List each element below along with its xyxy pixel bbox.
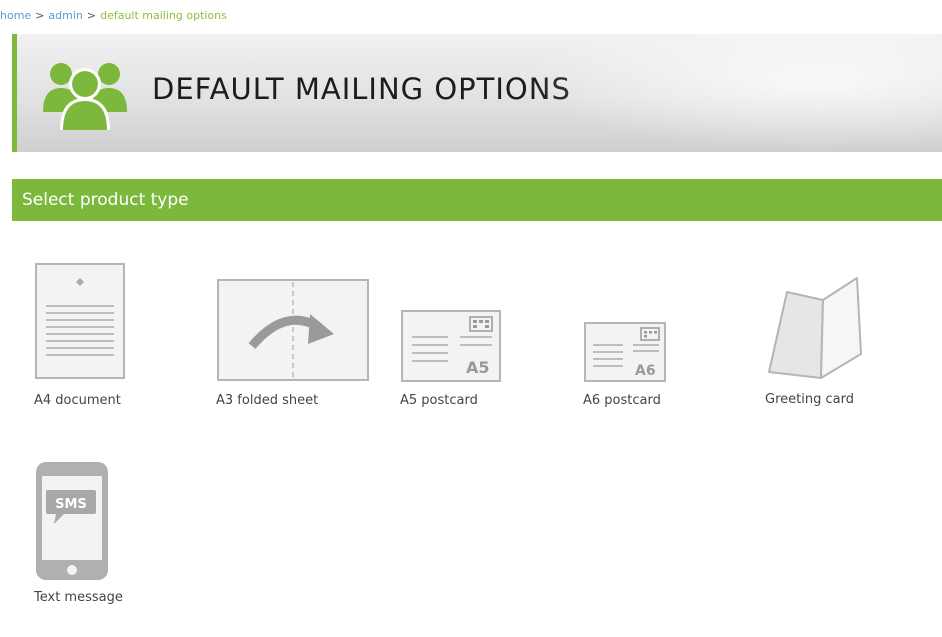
product-label: A5 postcard — [400, 393, 478, 408]
section-header: Select product type — [12, 179, 942, 221]
svg-text:SMS: SMS — [55, 497, 87, 512]
page-header: DEFAULT MAILING OPTIONS — [12, 34, 942, 152]
product-greeting-card[interactable]: Greeting card — [765, 276, 885, 412]
product-label: A3 folded sheet — [216, 393, 319, 408]
sms-phone-icon: SMS — [36, 462, 108, 580]
svg-text:A5: A5 — [466, 358, 490, 377]
product-label: A4 document — [34, 393, 121, 408]
product-a6-postcard[interactable]: A6 A6 postcard — [583, 321, 683, 412]
product-label: Greeting card — [765, 392, 854, 407]
product-label: Text message — [34, 590, 123, 605]
page-title: DEFAULT MAILING OPTIONS — [152, 72, 571, 106]
breadcrumb: home > admin > default mailing options — [0, 9, 227, 22]
users-group-icon — [43, 63, 127, 130]
breadcrumb-home[interactable]: home — [0, 9, 31, 22]
product-a4-document[interactable]: A4 document — [34, 262, 144, 412]
a4-document-icon — [35, 263, 125, 379]
breadcrumb-current: default mailing options — [100, 9, 227, 22]
svg-text:A6: A6 — [635, 363, 656, 379]
product-text-message[interactable]: SMS Text message — [34, 460, 144, 610]
product-label: A6 postcard — [583, 393, 661, 408]
a6-postcard-icon: A6 — [584, 322, 666, 382]
greeting-card-icon — [768, 277, 862, 379]
breadcrumb-separator: > — [35, 9, 45, 22]
a5-postcard-icon: A5 — [401, 310, 501, 382]
product-a3-folded-sheet[interactable]: A3 folded sheet — [216, 278, 376, 412]
breadcrumb-admin[interactable]: admin — [48, 9, 82, 22]
a3-folded-sheet-icon — [217, 279, 369, 381]
breadcrumb-separator: > — [86, 9, 97, 22]
product-a5-postcard[interactable]: A5 A5 postcard — [400, 309, 510, 412]
